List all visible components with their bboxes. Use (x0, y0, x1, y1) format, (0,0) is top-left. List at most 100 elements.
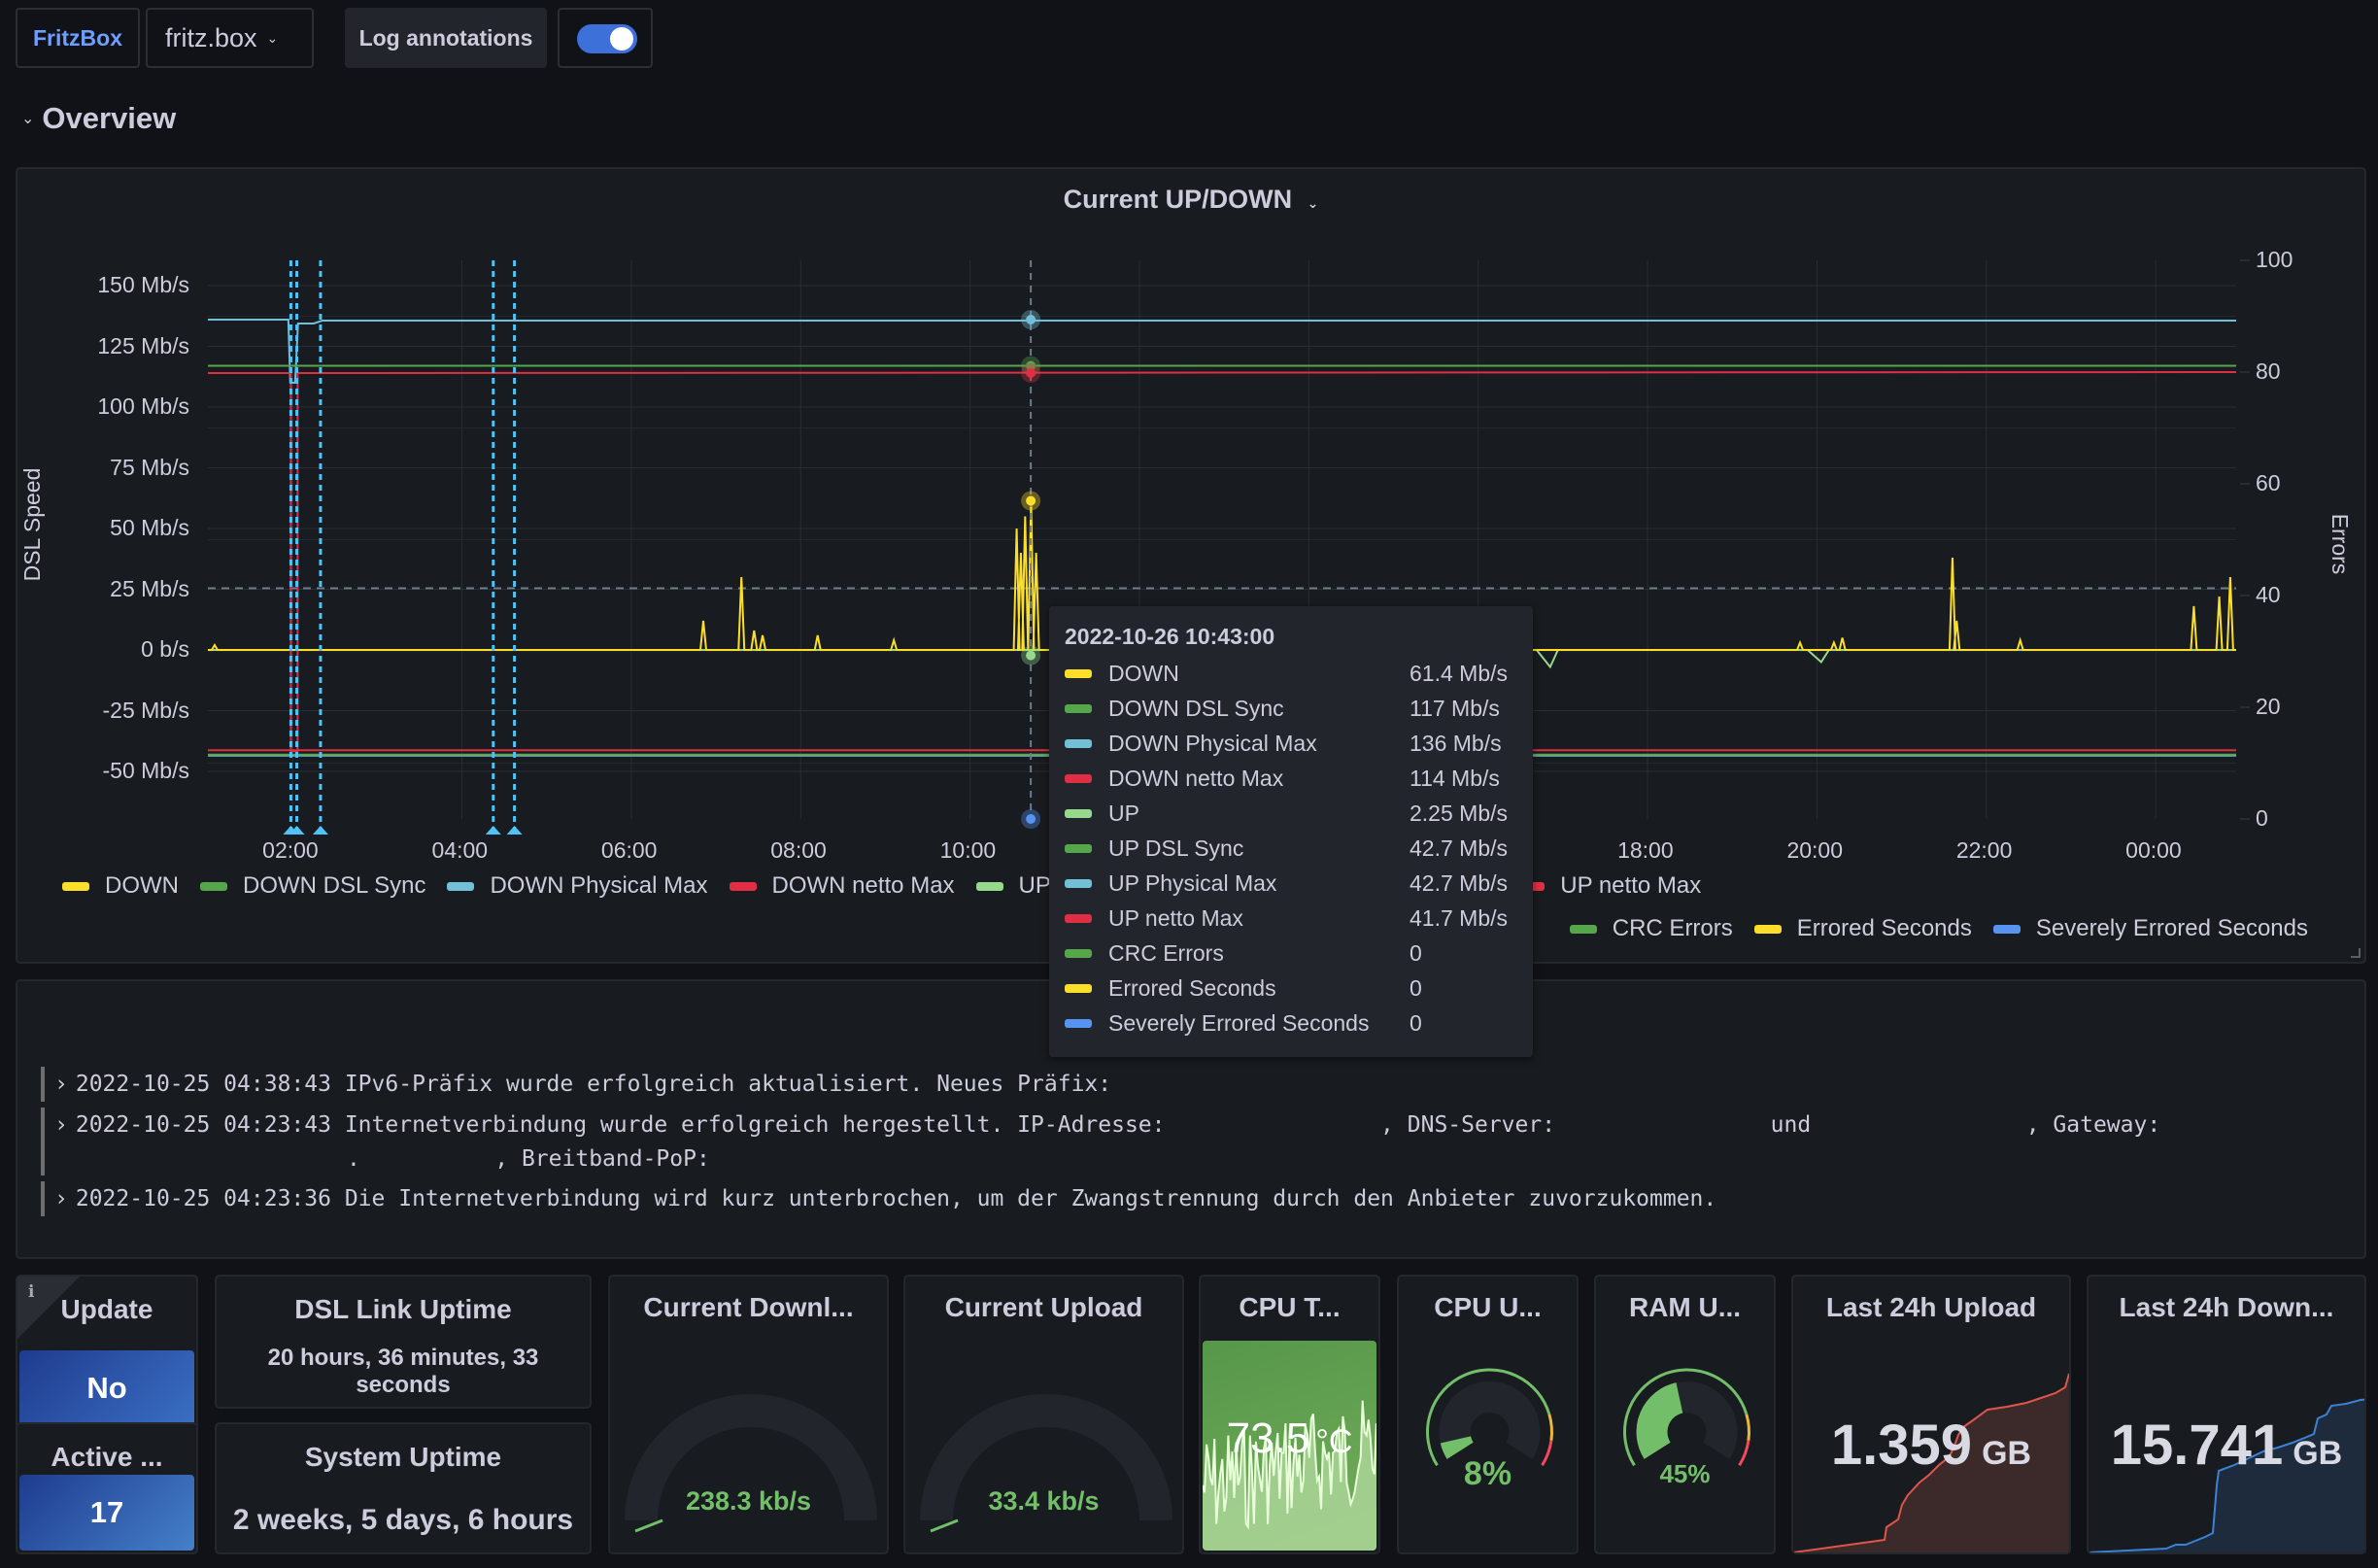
tooltip-series-value: 2.25 Mb/s (1410, 800, 1508, 826)
stat-update: i Update No (16, 1275, 198, 1430)
x-tick-label: 10:00 (939, 837, 997, 863)
legend-item[interactable]: DOWN DSL Sync (199, 872, 425, 900)
tooltip-series-value: 42.7 Mb/s (1410, 835, 1508, 861)
tooltip-swatch (1065, 773, 1092, 783)
stat-title: CPU T... (1239, 1292, 1341, 1322)
y-tick-label: 25 Mb/s (110, 575, 189, 601)
tooltip-series-name: CRC Errors (1108, 939, 1224, 966)
tooltip-swatch (1065, 703, 1092, 713)
y-tick-label: 75 Mb/s (110, 454, 189, 480)
legend-swatch (729, 881, 757, 891)
tooltip-series-name: Errored Seconds (1108, 974, 1276, 1001)
annotation-marker (312, 826, 328, 835)
annotation-marker (485, 826, 501, 835)
gauge-ram-usage: RAM U... 45% (1594, 1275, 1776, 1554)
tooltip-swatch (1065, 948, 1092, 958)
stat-title: System Uptime (304, 1442, 502, 1472)
legend-label: CRC Errors (1612, 915, 1733, 941)
legend-item[interactable]: Errored Seconds (1753, 915, 1972, 942)
stat-last24h-upload: Last 24h Upload 1.359 GB (1791, 1275, 2071, 1554)
legend-swatch (1992, 924, 2021, 934)
tooltip-rows: DOWN 61.4 Mb/s DOWN DSL Sync 117 Mb/s DOWN P… (1065, 656, 1517, 1040)
stat-value-box: 17 (19, 1475, 194, 1551)
log-row[interactable]: › 2022-10-25 04:23:36 Die Internetverbind… (41, 1181, 2345, 1216)
log-timestamp: 2022-10-25 04:38:43 (75, 1072, 331, 1097)
x-tick-label: 00:00 (2125, 837, 2182, 863)
tooltip-swatch (1065, 738, 1092, 748)
chart-tooltip: 2022-10-26 10:43:00 DOWN 61.4 Mb/s DOWN DS… (1049, 606, 1533, 1057)
y-tick-label: -25 Mb/s (102, 697, 189, 723)
stat-dsl-link-uptime: DSL Link Uptime 20 hours, 36 minutes, 33… (215, 1275, 592, 1409)
x-tick-label: 18:00 (1617, 837, 1674, 863)
x-tick-label: 22:00 (1955, 837, 2013, 863)
gauge-value: 33.4 kb/s (988, 1486, 1100, 1516)
legend-item[interactable]: DOWN (62, 872, 179, 900)
cpu-temp-number: 73.5 (1226, 1415, 1310, 1462)
gauge-current-upload: Current Upload 33.4 kb/s (903, 1275, 1184, 1554)
tooltip-series-name: Severely Errored Seconds (1108, 1009, 1370, 1036)
stat-value: 15.741 GB (2089, 1413, 2364, 1478)
gauge-threshold-yellow (1547, 1414, 1553, 1442)
legend-label: Errored Seconds (1796, 915, 1972, 941)
stat-number: 15.741 (2110, 1414, 2284, 1477)
log-row[interactable]: › 2022-10-25 04:23:43 Internetverbindung … (41, 1108, 2345, 1176)
gauge-value: 8% (1463, 1455, 1512, 1492)
y-tick-label: 100 Mb/s (97, 393, 189, 419)
tooltip-series-name: DOWN DSL Sync (1108, 695, 1284, 721)
legend-swatch (447, 881, 475, 891)
legend-item[interactable]: UP (975, 872, 1051, 900)
legend-label: DOWN netto Max (771, 872, 955, 899)
tooltip-row: CRC Errors 0 (1065, 936, 1517, 971)
tooltip-row: UP Physical Max 42.7 Mb/s (1065, 866, 1517, 901)
x-tick-label: 04:00 (431, 837, 489, 863)
legend-item[interactable]: DOWN Physical Max (447, 872, 708, 900)
hover-point (1026, 315, 1036, 324)
tooltip-swatch (1065, 843, 1092, 853)
tooltip-row: Errored Seconds 0 (1065, 971, 1517, 1006)
legend-swatch (1569, 924, 1597, 934)
tooltip-row: Severely Errored Seconds 0 (1065, 1006, 1517, 1040)
tooltip-swatch (1065, 808, 1092, 818)
y2-tick-label: 80 (2256, 358, 2281, 384)
stat-title: Update (60, 1294, 153, 1324)
gauge-arc (1623, 1368, 1750, 1467)
tooltip-row: UP 2.25 Mb/s (1065, 796, 1517, 831)
log-message: IPv6-Präfix wurde erfolgreich aktualisie… (344, 1072, 1112, 1097)
legend-item[interactable]: UP netto Max (1517, 872, 1701, 900)
legend-item[interactable]: DOWN netto Max (729, 872, 955, 900)
tooltip-row: DOWN DSL Sync 117 Mb/s (1065, 691, 1517, 726)
log-list: › 2022-10-25 04:38:43 IPv6-Präfix wurde e… (41, 1067, 2345, 1222)
y-tick-label: -50 Mb/s (102, 758, 189, 783)
y-tick-label: 50 Mb/s (110, 515, 189, 540)
tooltip-swatch (1065, 913, 1092, 923)
x-tick-label: 08:00 (770, 837, 827, 863)
chevron-right-icon[interactable]: › (54, 1186, 68, 1211)
gauge-current-download: Current Downl... 238.3 kb/s (608, 1275, 889, 1554)
hover-point (1026, 650, 1036, 661)
gauge-fill (1440, 1435, 1474, 1459)
stat-title: Active ... (51, 1442, 163, 1472)
legend-item[interactable]: CRC Errors (1569, 915, 1733, 942)
x-tick-label: 06:00 (600, 837, 658, 863)
legend-label: UP netto Max (1560, 872, 1702, 899)
tooltip-row: DOWN netto Max 114 Mb/s (1065, 761, 1517, 796)
tooltip-row: UP netto Max 41.7 Mb/s (1065, 901, 1517, 936)
log-row[interactable]: › 2022-10-25 04:38:43 IPv6-Präfix wurde e… (41, 1067, 2345, 1102)
tooltip-swatch (1065, 1018, 1092, 1028)
tooltip-series-value: 117 Mb/s (1410, 695, 1500, 721)
tooltip-series-value: 0 (1410, 1009, 1422, 1036)
stat-value: 73.5 °C (1203, 1415, 1376, 1463)
stat-system-uptime: System Uptime 2 weeks, 5 days, 6 hours (215, 1422, 592, 1554)
y2-tick-label: 40 (2256, 582, 2281, 607)
y-tick-label: 0 b/s (141, 636, 189, 662)
stat-value-box: 73.5 °C (1203, 1341, 1376, 1551)
legend-swatch (199, 881, 227, 891)
chevron-right-icon[interactable]: › (54, 1072, 68, 1097)
tooltip-series-name: DOWN (1108, 660, 1179, 686)
hover-point (1026, 368, 1036, 378)
chevron-right-icon[interactable]: › (54, 1112, 68, 1138)
panel-resize-handle[interactable] (2351, 948, 2361, 958)
annotation-marker (506, 826, 523, 835)
tooltip-series-name: UP DSL Sync (1108, 835, 1244, 861)
legend-item[interactable]: Severely Errored Seconds (1992, 915, 2308, 942)
